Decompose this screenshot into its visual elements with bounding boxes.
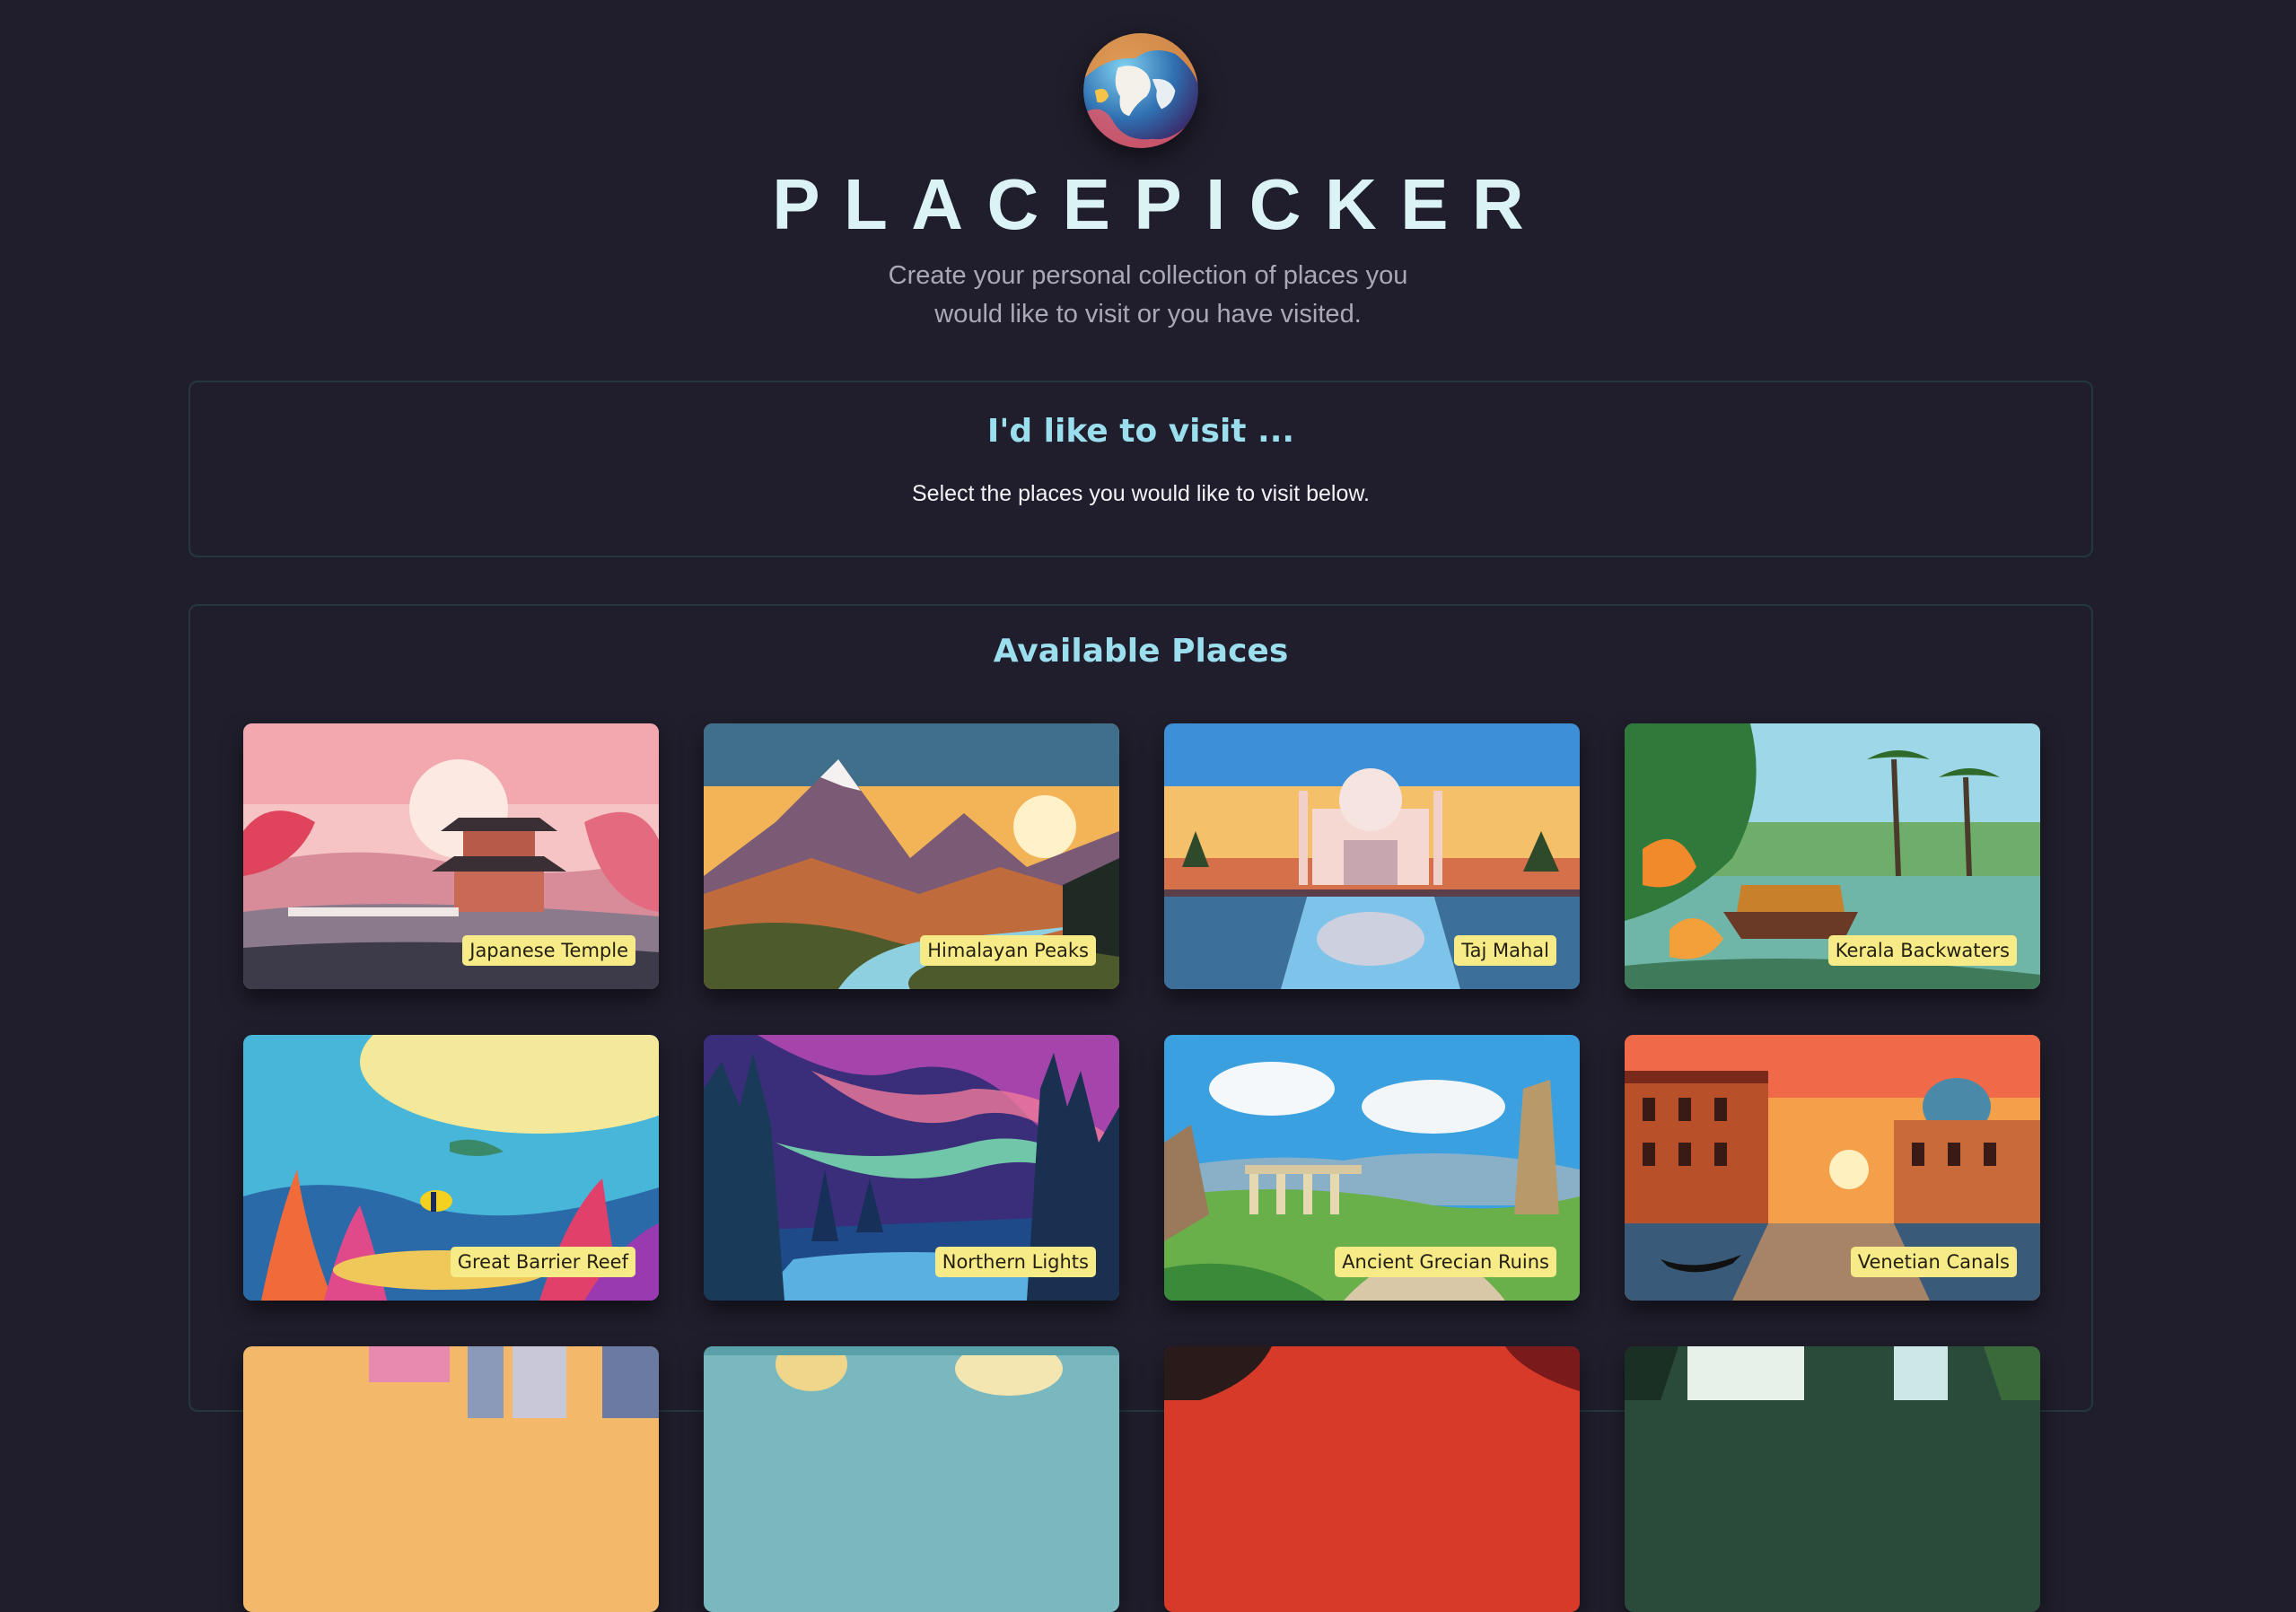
place-label: Kerala Backwaters	[1827, 935, 2017, 966]
place-label: Ancient Grecian Ruins	[1335, 1247, 1556, 1277]
subtitle-line-2: would like to visit or you have visited.	[934, 300, 1362, 329]
place-card-great-barrier-reef[interactable]: Great Barrier Reef	[243, 1035, 659, 1301]
app-title: PLACEPICKER	[772, 164, 1548, 244]
place-label: Northern Lights	[934, 1247, 1096, 1277]
subtitle-line-1: Create your personal collection of place…	[888, 261, 1408, 290]
place-card[interactable]	[704, 1346, 1119, 1612]
visit-heading: I'd like to visit ...	[986, 413, 1295, 450]
place-label: Taj Mahal	[1454, 935, 1556, 966]
place-image	[704, 1346, 1119, 1612]
place-card-japanese-temple[interactable]: Japanese Temple	[243, 723, 659, 989]
available-places-heading: Available Places	[993, 633, 1289, 670]
place-card-ancient-grecian-ruins[interactable]: Ancient Grecian Ruins	[1164, 1035, 1580, 1301]
visit-section: I'd like to visit ... Select the places …	[188, 381, 2093, 557]
place-card-venetian-canals[interactable]: Venetian Canals	[1625, 1035, 2040, 1301]
place-card-himalayan-peaks[interactable]: Himalayan Peaks	[704, 723, 1119, 989]
place-card[interactable]	[1625, 1346, 2040, 1612]
place-card[interactable]	[1164, 1346, 1580, 1612]
place-label: Great Barrier Reef	[450, 1247, 635, 1277]
place-card-kerala-backwaters[interactable]: Kerala Backwaters	[1625, 723, 2040, 989]
place-image	[243, 1346, 659, 1612]
place-label: Himalayan Peaks	[920, 935, 1096, 966]
place-card-northern-lights[interactable]: Northern Lights	[704, 1035, 1119, 1301]
app-subtitle: Create your personal collection of place…	[0, 257, 2296, 334]
globe-logo-icon	[1083, 33, 1198, 148]
place-card[interactable]	[243, 1346, 659, 1612]
place-label: Venetian Canals	[1850, 1247, 2017, 1277]
place-image	[1625, 1346, 2040, 1612]
place-image	[1164, 1346, 1580, 1612]
available-places-section: Available Places Japanese Temple Himalay…	[188, 604, 2093, 1612]
place-card-taj-mahal[interactable]: Taj Mahal	[1164, 723, 1580, 989]
visit-empty-text: Select the places you would like to visi…	[912, 481, 1370, 506]
place-label: Japanese Temple	[462, 935, 635, 966]
